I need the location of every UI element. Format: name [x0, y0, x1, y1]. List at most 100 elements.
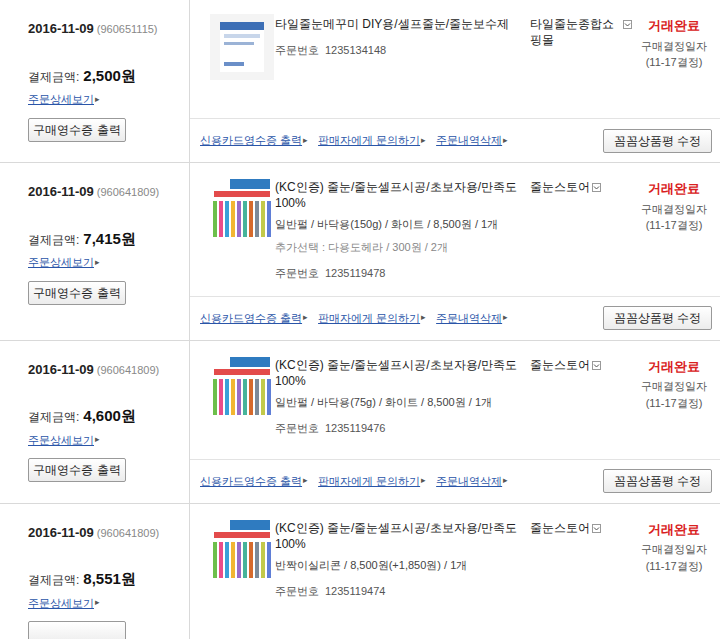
- order-detail-link[interactable]: 주문상세보기▸: [28, 254, 189, 271]
- order-detail-text[interactable]: 주문상세보기: [28, 254, 94, 271]
- action-link-text[interactable]: 신용카드영수증 출력: [200, 132, 302, 149]
- order-actions: 신용카드영수증 출력▸판매자에게 문의하기▸주문내역삭제▸꼼꼼상품평 수정: [190, 296, 720, 340]
- action-link[interactable]: 주문내역삭제▸: [436, 473, 508, 490]
- action-link-text[interactable]: 판매자에게 문의하기: [318, 310, 420, 327]
- receipt-button-label[interactable]: 구매영수증 출력: [33, 121, 120, 139]
- seller-cell: 줄눈스토어: [520, 177, 632, 282]
- action-links: 신용카드영수증 출력▸판매자에게 문의하기▸주문내역삭제▸: [200, 132, 508, 149]
- arrow-icon: ▸: [503, 311, 508, 325]
- order-date-line: 2016-11-09(960651115): [28, 19, 189, 39]
- action-link[interactable]: 신용카드영수증 출력▸: [200, 473, 308, 490]
- order-detail-link[interactable]: 주문상세보기▸: [28, 595, 189, 612]
- payment-label: 결제금액:: [28, 408, 79, 426]
- action-link-text[interactable]: 신용카드영수증 출력: [200, 310, 302, 327]
- order-number: 1235119476: [325, 420, 385, 437]
- status-cell: 거래완료구매결정일자(11-17결정): [632, 518, 720, 608]
- thumbnail-box: [190, 177, 275, 282]
- product-thumbnail-icon[interactable]: [210, 14, 274, 80]
- action-link-text[interactable]: 주문내역삭제: [436, 132, 502, 149]
- review-edit-button[interactable]: 꼼꼼상품평 수정: [603, 129, 712, 153]
- order-detail-text[interactable]: 주문상세보기: [28, 432, 94, 449]
- order-summary: 2016-11-09(960641809)결제금액:8,551원주문상세보기▸: [0, 504, 190, 639]
- receipt-button-label[interactable]: 구매영수증 출력: [33, 284, 120, 302]
- product-option: 일반펄 / 바닥용(75g) / 화이트 / 8,500원 / 1개: [275, 395, 520, 410]
- product-name[interactable]: (KC인증) 줄눈/줄눈셀프시공/초보자용/만족도100%: [275, 357, 520, 389]
- review-edit-label[interactable]: 꼼꼼상품평 수정: [614, 472, 701, 490]
- action-link[interactable]: 판매자에게 문의하기▸: [318, 473, 426, 490]
- order-status: 거래완료: [648, 179, 700, 199]
- order-detail-link[interactable]: 주문상세보기▸: [28, 432, 189, 449]
- seller-dropdown-icon[interactable]: [592, 361, 601, 370]
- arrow-icon: ▸: [303, 311, 308, 325]
- order-items: 타일줄눈메꾸미 DIY용/셀프줄눈/줄눈보수제주문번호1235134148타일줄…: [190, 0, 720, 162]
- payment-line: 결제금액:2,500원: [28, 65, 189, 88]
- product-name[interactable]: (KC인증) 줄눈/줄눈셀프시공/초보자용/만족도100%: [275, 179, 520, 211]
- receipt-button[interactable]: 구매영수증 출력: [28, 281, 126, 305]
- seller-name[interactable]: 줄눈스토어: [530, 357, 590, 373]
- receipt-button[interactable]: 구매영수증 출력: [28, 458, 126, 482]
- status-cell: 거래완료구매결정일자(11-17결정): [632, 14, 720, 104]
- review-edit-label[interactable]: 꼼꼼상품평 수정: [614, 309, 701, 327]
- decision-date: (11-17결정): [646, 217, 703, 234]
- action-links: 신용카드영수증 출력▸판매자에게 문의하기▸주문내역삭제▸: [200, 473, 508, 490]
- action-link[interactable]: 판매자에게 문의하기▸: [318, 310, 426, 327]
- seller-name[interactable]: 줄눈스토어: [530, 520, 590, 536]
- receipt-button-label[interactable]: 구매영수증 출력: [33, 461, 120, 479]
- order-detail-text[interactable]: 주문상세보기: [28, 91, 94, 108]
- order-items: (KC인증) 줄눈/줄눈셀프시공/초보자용/만족도100% 반짝이실리콘 / 8,…: [190, 504, 720, 639]
- seller-name[interactable]: 줄눈스토어: [530, 179, 590, 195]
- decision-label: 구매결정일자: [641, 378, 707, 395]
- review-edit-button[interactable]: 꼼꼼상품평 수정: [603, 469, 712, 493]
- review-edit-button[interactable]: 꼼꼼상품평 수정: [603, 306, 712, 330]
- receipt-button[interactable]: [28, 621, 126, 639]
- action-link-text[interactable]: 신용카드영수증 출력: [200, 473, 302, 490]
- order-number: 1235119474: [325, 583, 385, 600]
- seller-dropdown-icon[interactable]: [592, 183, 601, 192]
- order-row: 2016-11-09(960651115)결제금액:2,500원주문상세보기▸구…: [0, 0, 720, 163]
- seller-cell: 줄눈스토어: [520, 355, 632, 445]
- product-option: 반짝이실리콘 / 8,500원(+1,850원) / 1개: [275, 558, 520, 573]
- product-thumbnail-icon[interactable]: [210, 177, 274, 243]
- order-row: 2016-11-09(960641809)결제금액:8,551원주문상세보기▸(…: [0, 504, 720, 639]
- status-cell: 거래완료구매결정일자(11-17결정): [632, 355, 720, 445]
- order-number-line: 주문번호1235134148: [275, 42, 520, 59]
- decision-label: 구매결정일자: [641, 541, 707, 558]
- arrow-icon: ▸: [95, 596, 100, 610]
- action-link[interactable]: 판매자에게 문의하기▸: [318, 132, 426, 149]
- product-thumbnail-icon[interactable]: [210, 355, 274, 421]
- action-link-text[interactable]: 판매자에게 문의하기: [318, 473, 420, 490]
- order-row: 2016-11-09(960641809)결제금액:4,600원주문상세보기▸구…: [0, 341, 720, 504]
- action-link[interactable]: 주문내역삭제▸: [436, 310, 508, 327]
- receipt-button[interactable]: 구매영수증 출력: [28, 118, 126, 142]
- arrow-icon: ▸: [303, 134, 308, 148]
- action-link-text[interactable]: 주문내역삭제: [436, 473, 502, 490]
- product-name[interactable]: 타일줄눈메꾸미 DIY용/셀프줄눈/줄눈보수제: [275, 16, 520, 32]
- product-name[interactable]: (KC인증) 줄눈/줄눈셀프시공/초보자용/만족도100%: [275, 520, 520, 552]
- action-link[interactable]: 주문내역삭제▸: [436, 132, 508, 149]
- product-thumbnail-icon[interactable]: [210, 518, 274, 584]
- order-date: 2016-11-09: [28, 523, 94, 543]
- order-date: 2016-11-09: [28, 182, 94, 202]
- seller-dropdown-icon[interactable]: [623, 20, 632, 29]
- seller-name[interactable]: 타일줄눈종합쇼핑몰: [530, 16, 621, 48]
- payment-label: 결제금액:: [28, 571, 79, 589]
- order-detail-text[interactable]: 주문상세보기: [28, 595, 94, 612]
- product-row: 타일줄눈메꾸미 DIY용/셀프줄눈/줄눈보수제주문번호1235134148타일줄…: [190, 0, 720, 118]
- order-date-line: 2016-11-09(960641809): [28, 182, 189, 202]
- action-link-text[interactable]: 판매자에게 문의하기: [318, 132, 420, 149]
- seller-dropdown-icon[interactable]: [592, 524, 601, 533]
- review-edit-label[interactable]: 꼼꼼상품평 수정: [614, 132, 701, 150]
- payment-line: 결제금액:7,415원: [28, 228, 189, 251]
- product-info: (KC인증) 줄눈/줄눈셀프시공/초보자용/만족도100%일반펄 / 바닥용(1…: [275, 177, 520, 282]
- action-link[interactable]: 신용카드영수증 출력▸: [200, 310, 308, 327]
- payment-line: 결제금액:8,551원: [28, 568, 189, 591]
- action-link[interactable]: 신용카드영수증 출력▸: [200, 132, 308, 149]
- product-info: (KC인증) 줄눈/줄눈셀프시공/초보자용/만족도100% 반짝이실리콘 / 8,…: [275, 518, 520, 608]
- order-number-line: 주문번호1235119474: [275, 583, 520, 600]
- order-group-number: (960641809): [97, 184, 159, 201]
- action-link-text[interactable]: 주문내역삭제: [436, 310, 502, 327]
- arrow-icon: ▸: [421, 474, 426, 488]
- product-info: 타일줄눈메꾸미 DIY용/셀프줄눈/줄눈보수제주문번호1235134148: [275, 14, 520, 104]
- order-summary: 2016-11-09(960651115) 결제금액:2,500원주문상세보기▸ 구…: [0, 0, 190, 162]
- order-detail-link[interactable]: 주문상세보기▸: [28, 91, 189, 108]
